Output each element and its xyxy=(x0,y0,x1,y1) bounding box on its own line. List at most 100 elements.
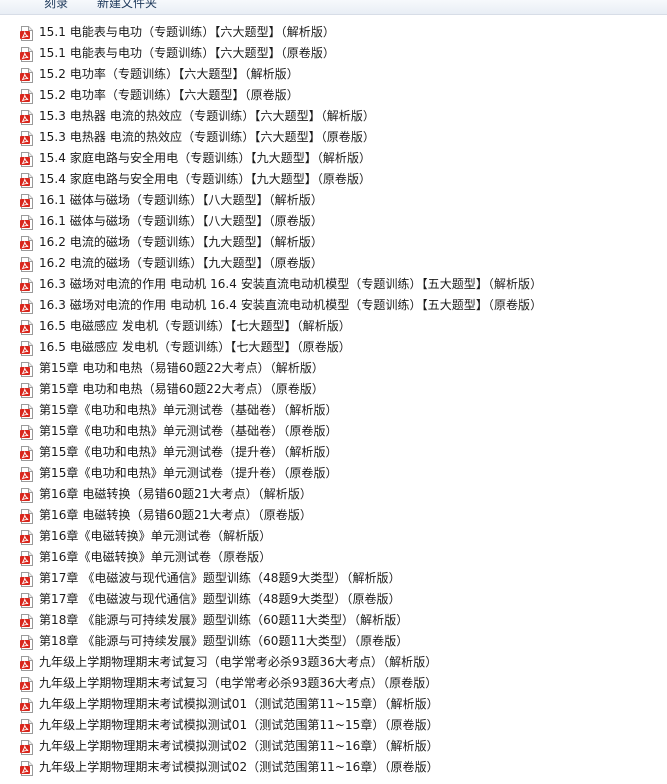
file-name: 第18章 《能源与可持续发展》题型训练（60题11大类型）（原卷版） xyxy=(39,634,409,648)
file-item[interactable]: 15.3 电热器 电流的热效应（专题训练）【六大题型】（解析版） xyxy=(0,106,667,127)
file-name: 第17章 《电磁波与现代通信》题型训练（48题9大类型）（解析版） xyxy=(39,571,401,585)
pdf-icon xyxy=(20,298,33,314)
pdf-icon xyxy=(20,151,33,167)
file-item[interactable]: 15.3 电热器 电流的热效应（专题训练）【六大题型】（原卷版） xyxy=(0,127,667,148)
file-item[interactable]: 第16章 电磁转换（易错60题21大考点）（原卷版） xyxy=(0,505,667,526)
file-name: 第15章《电功和电热》单元测试卷（提升卷）（原卷版） xyxy=(39,466,338,480)
file-name: 第16章 电磁转换（易错60题21大考点）（原卷版） xyxy=(39,508,312,522)
pdf-icon xyxy=(20,445,33,461)
pdf-icon xyxy=(20,634,33,650)
file-name: 第15章 电功和电热（易错60题22大考点）（解析版） xyxy=(39,361,324,375)
file-name: 九年级上学期物理期末考试复习（电学常考必杀93题36大考点）（解析版） xyxy=(39,655,438,669)
file-item[interactable]: 九年级上学期物理期末考试模拟测试01（测试范围第11~15章）（解析版） xyxy=(0,694,667,715)
pdf-icon xyxy=(20,109,33,125)
file-item[interactable]: 16.5 电磁感应 发电机（专题训练）【七大题型】（原卷版） xyxy=(0,337,667,358)
pdf-icon xyxy=(20,403,33,419)
file-name: 第15章《电功和电热》单元测试卷（提升卷）（解析版） xyxy=(39,445,338,459)
file-name: 16.3 磁场对电流的作用 电动机 16.4 安装直流电动机模型（专题训练）【五… xyxy=(39,277,543,291)
file-name: 16.1 磁体与磁场（专题训练）【八大题型】（原卷版） xyxy=(39,214,323,228)
file-name: 九年级上学期物理期末考试模拟测试01（测试范围第11~15章）（解析版） xyxy=(39,697,439,711)
file-name: 第15章 电功和电热（易错60题22大考点）（原卷版） xyxy=(39,382,324,396)
file-item[interactable]: 16.3 磁场对电流的作用 电动机 16.4 安装直流电动机模型（专题训练）【五… xyxy=(0,295,667,316)
file-name: 第18章 《能源与可持续发展》题型训练（60题11大类型）（解析版） xyxy=(39,613,409,627)
file-name: 15.1 电能表与电功（专题训练）【六大题型】（原卷版） xyxy=(39,46,335,60)
file-item[interactable]: 16.2 电流的磁场（专题训练）【九大题型】（原卷版） xyxy=(0,253,667,274)
pdf-icon xyxy=(20,718,33,734)
file-item[interactable]: 16.1 磁体与磁场（专题训练）【八大题型】（解析版） xyxy=(0,190,667,211)
pdf-icon xyxy=(20,424,33,440)
file-name: 第16章《电磁转换》单元测试卷（解析版） xyxy=(39,529,272,543)
pdf-icon xyxy=(20,571,33,587)
pdf-icon xyxy=(20,655,33,671)
file-item[interactable]: 第17章 《电磁波与现代通信》题型训练（48题9大类型）（解析版） xyxy=(0,568,667,589)
file-item[interactable]: 15.2 电功率（专题训练）【六大题型】（解析版） xyxy=(0,64,667,85)
file-item[interactable]: 第15章 电功和电热（易错60题22大考点）（原卷版） xyxy=(0,379,667,400)
pdf-icon xyxy=(20,361,33,377)
file-item[interactable]: 九年级上学期物理期末考试模拟测试02（测试范围第11~16章）（解析版） xyxy=(0,736,667,757)
file-name: 第15章《电功和电热》单元测试卷（基础卷）（原卷版） xyxy=(39,424,338,438)
pdf-icon xyxy=(20,592,33,608)
pdf-icon xyxy=(20,466,33,482)
file-item[interactable]: 第15章 电功和电热（易错60题22大考点）（解析版） xyxy=(0,358,667,379)
pdf-icon xyxy=(20,676,33,692)
file-item[interactable]: 第18章 《能源与可持续发展》题型训练（60题11大类型）（解析版） xyxy=(0,610,667,631)
file-item[interactable]: 第18章 《能源与可持续发展》题型训练（60题11大类型）（原卷版） xyxy=(0,631,667,652)
explorer-toolbar: 刻录 新建文件夹 xyxy=(0,0,667,15)
file-item[interactable]: 九年级上学期物理期末考试模拟测试01（测试范围第11~15章）（原卷版） xyxy=(0,715,667,736)
pdf-icon xyxy=(20,172,33,188)
pdf-icon xyxy=(20,319,33,335)
pdf-icon xyxy=(20,529,33,545)
file-item[interactable]: 16.2 电流的磁场（专题训练）【九大题型】（解析版） xyxy=(0,232,667,253)
file-item[interactable]: 九年级上学期物理期末考试复习（电学常考必杀93题36大考点）（解析版） xyxy=(0,652,667,673)
file-name: 第17章 《电磁波与现代通信》题型训练（48题9大类型）（原卷版） xyxy=(39,592,401,606)
pdf-icon xyxy=(20,88,33,104)
pdf-icon xyxy=(20,487,33,503)
pdf-icon xyxy=(20,214,33,230)
pdf-icon xyxy=(20,25,33,41)
file-item[interactable]: 15.4 家庭电路与安全用电（专题训练）【九大题型】（解析版） xyxy=(0,148,667,169)
pdf-icon xyxy=(20,760,33,776)
pdf-icon xyxy=(20,340,33,356)
new-folder-button[interactable]: 新建文件夹 xyxy=(97,0,157,11)
file-name: 16.1 磁体与磁场（专题训练）【八大题型】（解析版） xyxy=(39,193,323,207)
file-name: 九年级上学期物理期末考试模拟测试02（测试范围第11~16章）（解析版） xyxy=(39,739,439,753)
file-list: 15.1 电能表与电功（专题训练）【六大题型】（解析版） 15.1 电能表与电功（… xyxy=(0,22,667,778)
file-item[interactable]: 第16章《电磁转换》单元测试卷（解析版） xyxy=(0,526,667,547)
file-name: 第16章 电磁转换（易错60题21大考点）（解析版） xyxy=(39,487,312,501)
pdf-icon xyxy=(20,550,33,566)
file-name: 九年级上学期物理期末考试复习（电学常考必杀93题36大考点）（原卷版） xyxy=(39,676,438,690)
file-item[interactable]: 九年级上学期物理期末考试模拟测试02（测试范围第11~16章）（原卷版） xyxy=(0,757,667,778)
file-item[interactable]: 16.1 磁体与磁场（专题训练）【八大题型】（原卷版） xyxy=(0,211,667,232)
file-name: 15.2 电功率（专题训练）【六大题型】（原卷版） xyxy=(39,88,299,102)
file-name: 16.2 电流的磁场（专题训练）【九大题型】（原卷版） xyxy=(39,256,323,270)
file-item[interactable]: 九年级上学期物理期末考试复习（电学常考必杀93题36大考点）（原卷版） xyxy=(0,673,667,694)
file-name: 15.2 电功率（专题训练）【六大题型】（解析版） xyxy=(39,67,299,81)
file-item[interactable]: 第16章 电磁转换（易错60题21大考点）（解析版） xyxy=(0,484,667,505)
file-name: 15.1 电能表与电功（专题训练）【六大题型】（解析版） xyxy=(39,25,335,39)
burn-button[interactable]: 刻录 xyxy=(44,0,68,11)
file-name: 15.4 家庭电路与安全用电（专题训练）【九大题型】（解析版） xyxy=(39,151,372,165)
pdf-icon xyxy=(20,130,33,146)
pdf-icon xyxy=(20,67,33,83)
file-item[interactable]: 第15章《电功和电热》单元测试卷（基础卷）（原卷版） xyxy=(0,421,667,442)
file-item[interactable]: 16.3 磁场对电流的作用 电动机 16.4 安装直流电动机模型（专题训练）【五… xyxy=(0,274,667,295)
file-item[interactable]: 15.2 电功率（专题训练）【六大题型】（原卷版） xyxy=(0,85,667,106)
file-name: 15.4 家庭电路与安全用电（专题训练）【九大题型】（原卷版） xyxy=(39,172,372,186)
pdf-icon xyxy=(20,256,33,272)
file-item[interactable]: 第15章《电功和电热》单元测试卷（基础卷）（解析版） xyxy=(0,400,667,421)
file-name: 16.2 电流的磁场（专题训练）【九大题型】（解析版） xyxy=(39,235,323,249)
file-item[interactable]: 第15章《电功和电热》单元测试卷（提升卷）（解析版） xyxy=(0,442,667,463)
pdf-icon xyxy=(20,235,33,251)
file-item[interactable]: 第17章 《电磁波与现代通信》题型训练（48题9大类型）（原卷版） xyxy=(0,589,667,610)
file-item[interactable]: 第16章《电磁转换》单元测试卷（原卷版） xyxy=(0,547,667,568)
file-item[interactable]: 15.1 电能表与电功（专题训练）【六大题型】（解析版） xyxy=(0,22,667,43)
file-name: 九年级上学期物理期末考试模拟测试01（测试范围第11~15章）（原卷版） xyxy=(39,718,439,732)
file-name: 16.5 电磁感应 发电机（专题训练）【七大题型】（解析版） xyxy=(39,319,351,333)
file-item[interactable]: 第15章《电功和电热》单元测试卷（提升卷）（原卷版） xyxy=(0,463,667,484)
file-name: 16.3 磁场对电流的作用 电动机 16.4 安装直流电动机模型（专题训练）【五… xyxy=(39,298,543,312)
pdf-icon xyxy=(20,382,33,398)
pdf-icon xyxy=(20,46,33,62)
file-item[interactable]: 15.4 家庭电路与安全用电（专题训练）【九大题型】（原卷版） xyxy=(0,169,667,190)
file-item[interactable]: 15.1 电能表与电功（专题训练）【六大题型】（原卷版） xyxy=(0,43,667,64)
file-item[interactable]: 16.5 电磁感应 发电机（专题训练）【七大题型】（解析版） xyxy=(0,316,667,337)
